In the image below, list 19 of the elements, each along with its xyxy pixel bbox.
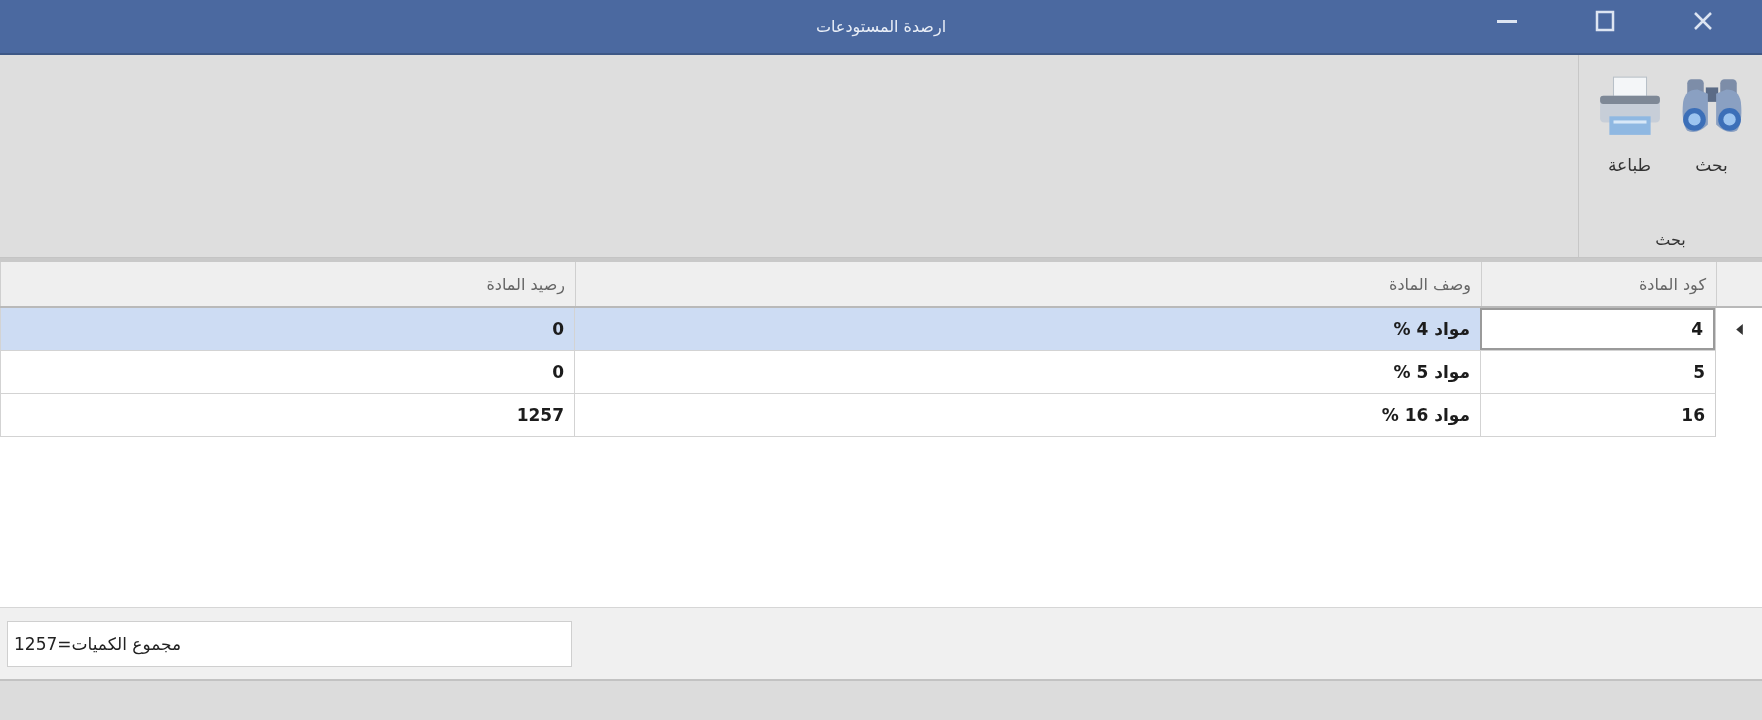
close-icon[interactable] [1692, 10, 1714, 32]
search-button[interactable]: بحث [1678, 75, 1745, 175]
total-field[interactable]: مجموع الكميات=1257 [7, 620, 572, 667]
window-title: ارصدة المستودعات [815, 17, 947, 36]
table-cell: 0 [0, 308, 574, 350]
table-cell: 0 [0, 351, 574, 393]
group-label: بحث [1655, 230, 1686, 249]
table-cell: مواد 16 % [574, 394, 1480, 436]
print-button[interactable]: طباعة [1596, 75, 1663, 175]
table-cell: 16 [1480, 394, 1715, 436]
table-cell: مواد 4 % [574, 308, 1480, 350]
maximize-icon[interactable] [1594, 10, 1616, 32]
column-header[interactable]: رصيد المادة [0, 262, 575, 306]
column-header[interactable]: كود المادة [1481, 262, 1716, 306]
table-cell: 1257 [0, 394, 574, 436]
table-cell: 5 [1480, 351, 1715, 393]
column-header[interactable]: وصف المادة [575, 262, 1481, 306]
table-cell: 4 [1480, 308, 1715, 350]
table-cell: مواد 5 % [574, 351, 1480, 393]
